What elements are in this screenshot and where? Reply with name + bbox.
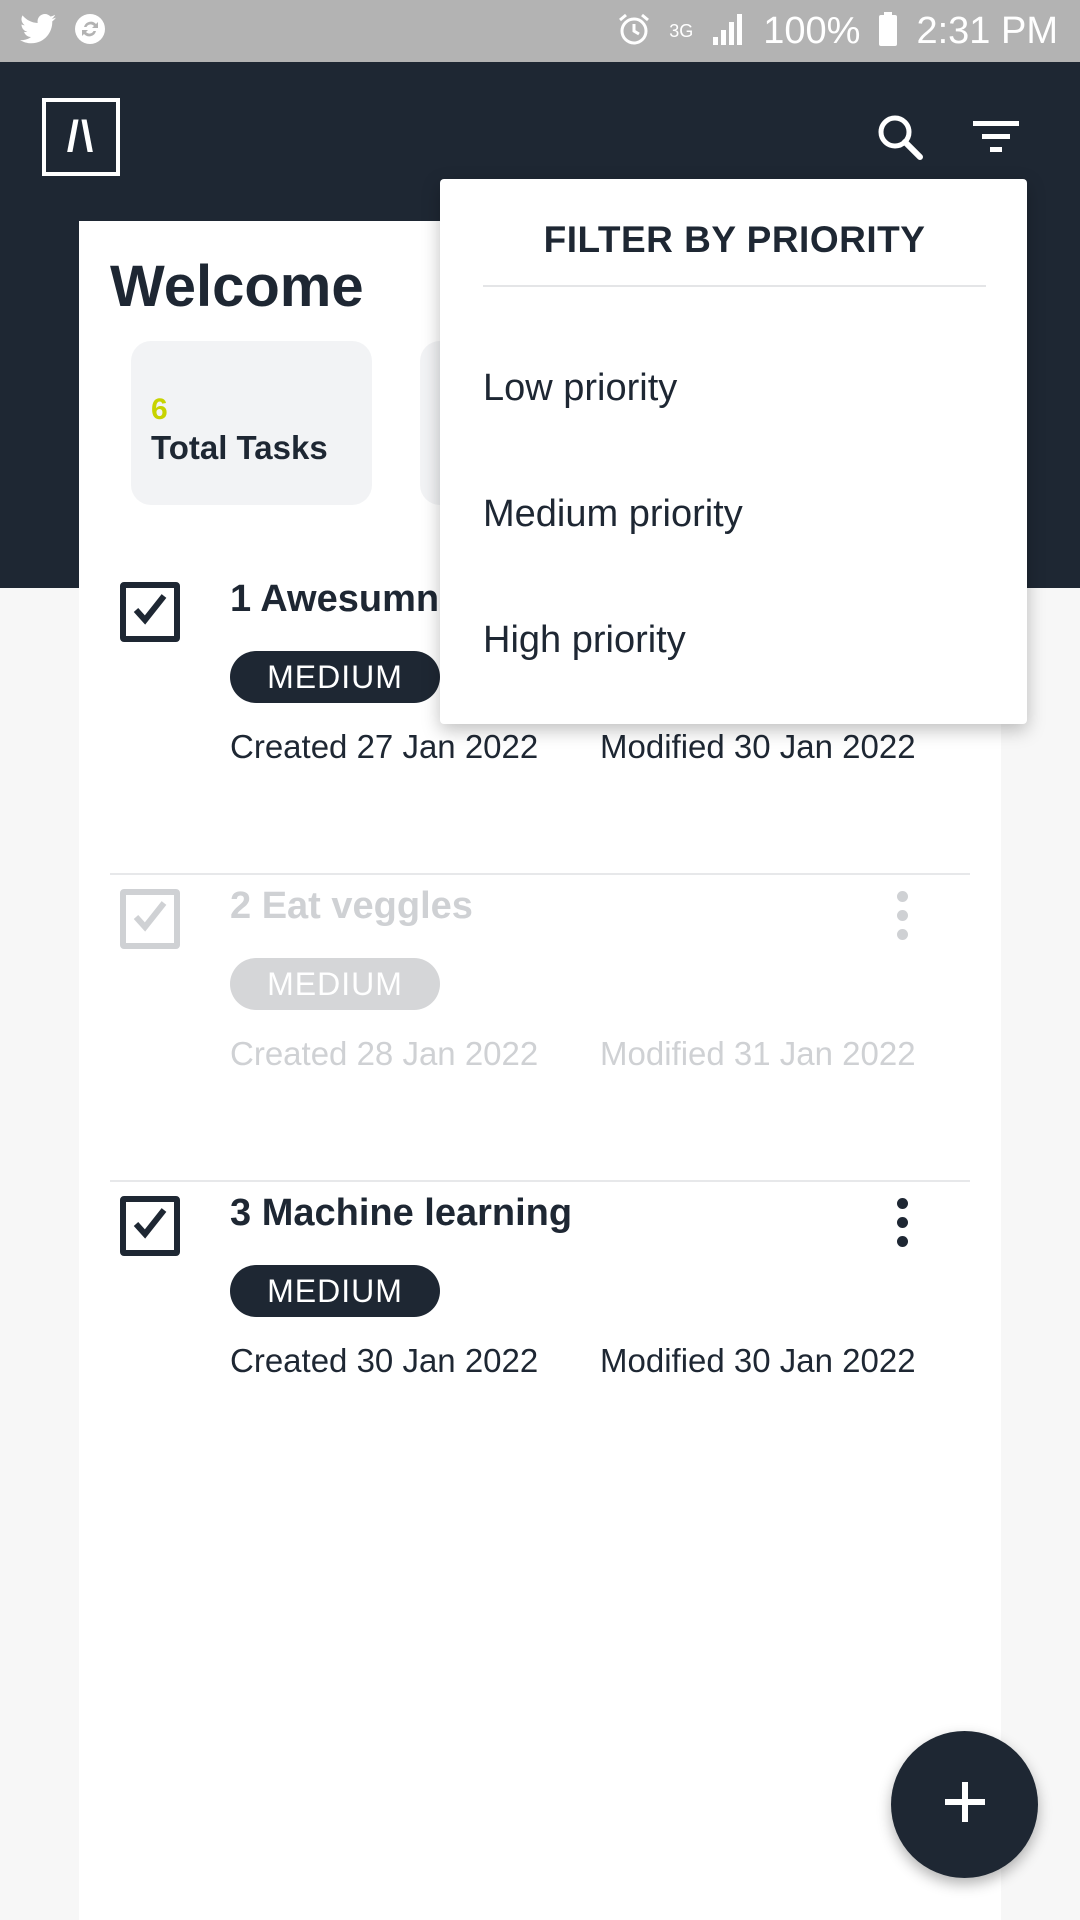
- task-created-date: Created 30 Jan 2022: [230, 1342, 539, 1379]
- task-checkbox[interactable]: [120, 889, 180, 949]
- task-checkbox[interactable]: [120, 1196, 180, 1256]
- task-item[interactable]: 3 Machine learning MEDIUM Created 30 Jan…: [110, 1182, 970, 1489]
- alarm-icon: [617, 12, 651, 51]
- status-bar: 3G 100% 2:31 PM: [0, 0, 1080, 62]
- battery-icon: [878, 11, 898, 51]
- add-task-button[interactable]: [891, 1731, 1038, 1878]
- clock: 2:31 PM: [916, 9, 1058, 52]
- twitter-icon: [20, 13, 56, 49]
- plus-icon: [943, 1780, 987, 1829]
- filter-button[interactable]: [964, 107, 1028, 171]
- task-item[interactable]: 2 Eat veggles MEDIUM Created 28 Jan 2022…: [110, 875, 970, 1182]
- priority-badge: MEDIUM: [230, 651, 440, 703]
- more-options-icon[interactable]: [878, 883, 926, 947]
- task-checkbox[interactable]: [120, 582, 180, 642]
- battery-percent: 100%: [763, 9, 861, 52]
- task-title: 1 Awesumn: [230, 578, 440, 620]
- filter-priority-menu: FILTER BY PRIORITY Low priority Medium p…: [440, 179, 1027, 724]
- task-modified-date: Modified 30 Jan 2022: [600, 1342, 916, 1379]
- stat-card-total-tasks: 6 Total Tasks: [131, 341, 372, 505]
- welcome-title: Welcome: [110, 254, 364, 319]
- stat-value: 6: [151, 393, 168, 426]
- filter-menu-divider: [483, 285, 986, 287]
- task-modified-date: Modified 31 Jan 2022: [600, 1035, 916, 1072]
- filter-option-high[interactable]: High priority: [483, 600, 986, 680]
- network-type: 3G: [669, 21, 694, 41]
- search-button[interactable]: [868, 107, 932, 171]
- filter-menu-title: FILTER BY PRIORITY: [543, 219, 926, 260]
- filter-option-medium[interactable]: Medium priority: [483, 474, 986, 554]
- signal-icon: [711, 13, 745, 50]
- stat-label: Total Tasks: [151, 429, 328, 466]
- filter-option-low[interactable]: Low priority: [483, 348, 986, 428]
- sync-icon: [74, 13, 106, 50]
- search-icon: [874, 111, 926, 168]
- task-created-date: Created 28 Jan 2022: [230, 1035, 539, 1072]
- priority-badge: MEDIUM: [230, 958, 440, 1010]
- task-title: 2 Eat veggles: [230, 885, 473, 927]
- app-logo[interactable]: /\: [42, 98, 120, 176]
- filter-icon: [971, 117, 1021, 162]
- priority-badge: MEDIUM: [230, 1265, 440, 1317]
- task-modified-date: Modified 30 Jan 2022: [600, 728, 916, 765]
- task-title: 3 Machine learning: [230, 1192, 573, 1234]
- task-created-date: Created 27 Jan 2022: [230, 728, 539, 765]
- more-options-icon[interactable]: [878, 1190, 926, 1254]
